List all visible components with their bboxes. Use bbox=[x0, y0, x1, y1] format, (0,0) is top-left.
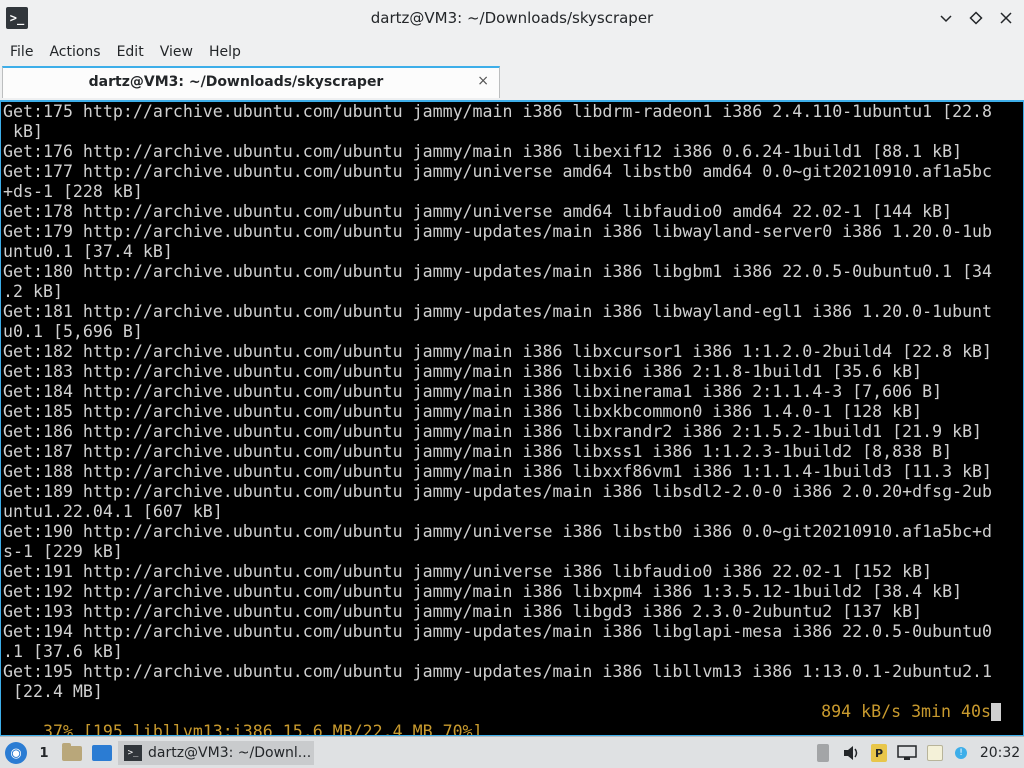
terminal-line: Get:178 http://archive.ubuntu.com/ubuntu… bbox=[3, 202, 953, 221]
menu-actions[interactable]: Actions bbox=[41, 38, 108, 66]
terminal-line: u0.1 [5,696 B] bbox=[3, 322, 143, 341]
notes-icon[interactable] bbox=[924, 741, 946, 765]
terminal-line: Get:187 http://archive.ubuntu.com/ubuntu… bbox=[3, 442, 953, 461]
terminal-line: Get:179 http://archive.ubuntu.com/ubuntu… bbox=[3, 222, 993, 241]
terminal-line: kB] bbox=[3, 122, 43, 141]
minimize-button[interactable] bbox=[934, 6, 958, 30]
menu-view[interactable]: View bbox=[152, 38, 201, 66]
task-label: dartz@VM3: ~/Downl... bbox=[148, 745, 312, 761]
terminal-line: Get:182 http://archive.ubuntu.com/ubuntu… bbox=[3, 342, 993, 361]
maximize-button[interactable] bbox=[964, 6, 988, 30]
terminal-line: Get:186 http://archive.ubuntu.com/ubuntu… bbox=[3, 422, 983, 441]
terminal-line: Get:194 http://archive.ubuntu.com/ubuntu… bbox=[3, 622, 993, 641]
terminal-line: untu0.1 [37.4 kB] bbox=[3, 242, 173, 261]
volume-icon[interactable] bbox=[840, 741, 862, 765]
window-titlebar: >_ dartz@VM3: ~/Downloads/skyscraper bbox=[0, 0, 1024, 36]
clock[interactable]: 20:32 bbox=[980, 741, 1020, 765]
terminal-cursor bbox=[991, 703, 1001, 721]
terminal-line: Get:188 http://archive.ubuntu.com/ubuntu… bbox=[3, 462, 993, 481]
terminal-line: .1 [37.6 kB] bbox=[3, 642, 123, 661]
close-button[interactable] bbox=[994, 6, 1018, 30]
taskbar: ◉ 1 >_ dartz@VM3: ~/Downl... P ! 20:32 bbox=[0, 736, 1024, 768]
terminal-lines: Get:175 http://archive.ubuntu.com/ubuntu… bbox=[3, 102, 992, 702]
notification-icon[interactable]: ! bbox=[950, 741, 972, 765]
menu-edit[interactable]: Edit bbox=[109, 38, 152, 66]
terminal-line: Get:185 http://archive.ubuntu.com/ubuntu… bbox=[3, 402, 923, 421]
show-desktop-button[interactable] bbox=[90, 741, 114, 765]
terminal-line: Get:177 http://archive.ubuntu.com/ubuntu… bbox=[3, 162, 993, 181]
terminal-output[interactable]: Get:175 http://archive.ubuntu.com/ubuntu… bbox=[0, 100, 1024, 736]
maximize-icon bbox=[969, 11, 983, 25]
terminal-line: Get:181 http://archive.ubuntu.com/ubuntu… bbox=[3, 302, 993, 321]
progress-status: 37% [195 libllvm13:i386 15.6 MB/22.4 MB … bbox=[42, 722, 483, 736]
workspace-switcher[interactable]: 1 bbox=[34, 741, 54, 765]
terminal-line: s-1 [229 kB] bbox=[3, 542, 123, 561]
start-menu-button[interactable]: ◉ bbox=[4, 741, 28, 765]
window-title: dartz@VM3: ~/Downloads/skyscraper bbox=[370, 9, 654, 27]
terminal-line: Get:192 http://archive.ubuntu.com/ubuntu… bbox=[3, 582, 963, 601]
updates-icon[interactable] bbox=[812, 741, 834, 765]
desktop-icon bbox=[92, 745, 112, 761]
terminal-line: Get:193 http://archive.ubuntu.com/ubuntu… bbox=[3, 602, 923, 621]
terminal-line: Get:189 http://archive.ubuntu.com/ubuntu… bbox=[3, 482, 993, 501]
taskbar-window-terminal[interactable]: >_ dartz@VM3: ~/Downl... bbox=[118, 741, 314, 765]
terminal-line: Get:191 http://archive.ubuntu.com/ubuntu… bbox=[3, 562, 933, 581]
tab-bar: dartz@VM3: ~/Downloads/skyscraper × bbox=[0, 66, 1024, 100]
menu-help[interactable]: Help bbox=[201, 38, 249, 66]
terminal-line: Get:195 http://archive.ubuntu.com/ubuntu… bbox=[3, 662, 993, 681]
menu-file[interactable]: File bbox=[2, 38, 41, 66]
terminal-line: untu1.22.04.1 [607 kB] bbox=[3, 502, 223, 521]
terminal-line: Get:190 http://archive.ubuntu.com/ubuntu… bbox=[3, 522, 993, 541]
terminal-line: .2 kB] bbox=[3, 282, 63, 301]
terminal-line: Get:176 http://archive.ubuntu.com/ubuntu… bbox=[3, 142, 963, 161]
terminal-line: Get:175 http://archive.ubuntu.com/ubuntu… bbox=[3, 102, 993, 121]
terminal-line: Get:184 http://archive.ubuntu.com/ubuntu… bbox=[3, 382, 943, 401]
clipboard-icon[interactable]: P bbox=[868, 741, 890, 765]
terminal-line: Get:183 http://archive.ubuntu.com/ubuntu… bbox=[3, 362, 923, 381]
terminal-line: +ds-1 [228 kB] bbox=[3, 182, 143, 201]
minimize-icon bbox=[940, 15, 952, 23]
lubuntu-logo-icon: ◉ bbox=[5, 742, 27, 764]
folder-icon bbox=[62, 742, 82, 761]
download-speed: 894 kB/s 3min 40s bbox=[821, 702, 991, 721]
close-icon bbox=[1000, 12, 1012, 24]
menu-bar: File Actions Edit View Help bbox=[0, 38, 1024, 66]
terminal-task-icon: >_ bbox=[124, 745, 142, 761]
terminal-line: [22.4 MB] bbox=[3, 682, 103, 701]
network-icon[interactable] bbox=[896, 741, 918, 765]
terminal-line: Get:180 http://archive.ubuntu.com/ubuntu… bbox=[3, 262, 993, 281]
apt-progress-line: 37% [195 libllvm13:i386 15.6 MB/22.4 MB … bbox=[3, 702, 1019, 735]
file-manager-button[interactable] bbox=[60, 741, 84, 765]
tab-label: dartz@VM3: ~/Downloads/skyscraper bbox=[88, 74, 384, 90]
terminal-tab[interactable]: dartz@VM3: ~/Downloads/skyscraper × bbox=[2, 66, 500, 98]
tab-close-icon[interactable]: × bbox=[477, 73, 489, 89]
